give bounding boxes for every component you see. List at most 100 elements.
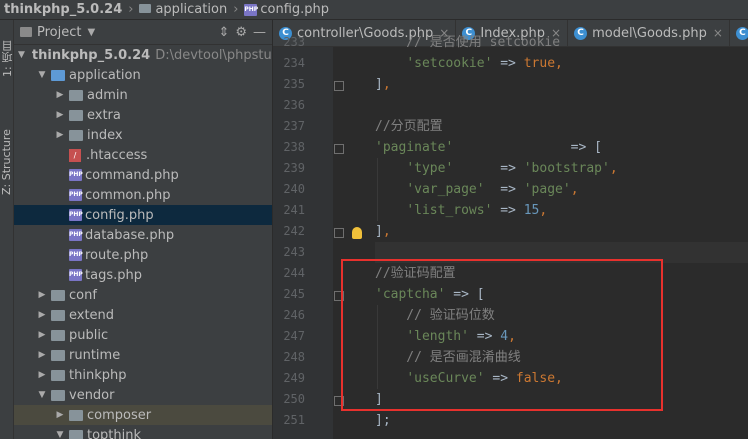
breadcrumb-folder[interactable]: application [135, 2, 231, 17]
chevron-down-icon[interactable]: ▼ [87, 27, 95, 38]
code-line[interactable]: 'type' => 'bootstrap', [375, 158, 617, 179]
project-panel: Project ▼ ⇕ ⚙ — ▼ thinkphp_5.0.24 D:\devto… [14, 20, 272, 439]
code-line[interactable]: 'var_page' => 'page', [375, 179, 578, 200]
tree-item[interactable]: ▶ admin [14, 85, 272, 105]
tree-item-path: D:\devtool\phpstudy [155, 47, 272, 63]
line-number: 238 [283, 140, 305, 154]
chevron-right-icon[interactable]: ▶ [36, 290, 48, 300]
tree-item[interactable]: ▶ extend [14, 305, 272, 325]
tree-item-label: public [69, 327, 109, 343]
gear-icon[interactable]: ⚙ [235, 25, 247, 40]
chevron-right-icon[interactable]: ▶ [54, 90, 66, 100]
line-number: 247 [283, 329, 305, 343]
tree-item[interactable]: ▶ extra [14, 105, 272, 125]
tree-item[interactable]: PHP common.php [14, 185, 272, 205]
tree-item-label: conf [69, 287, 97, 303]
php-file-icon: PHP [244, 3, 258, 16]
tree-item-label: tags.php [85, 267, 142, 283]
tree-item[interactable]: ▼ application [14, 65, 272, 85]
chevron-right-icon[interactable]: ▶ [54, 110, 66, 120]
tab-model-goods[interactable]: Cmodel\Goods.php × [568, 20, 730, 46]
folder-icon [51, 69, 65, 81]
folder-icon [69, 109, 83, 121]
chevron-right-icon[interactable]: ▶ [36, 330, 48, 340]
line-number: 251 [283, 413, 305, 427]
tree-item[interactable]: PHP tags.php [14, 265, 272, 285]
htaccess-file-icon: / [69, 148, 81, 162]
code-line[interactable]: //分页配置 [375, 116, 443, 137]
code-line[interactable]: 'paginate' => [ [375, 137, 602, 158]
code-line[interactable]: ]; [375, 410, 391, 431]
breadcrumb-separator: › [128, 2, 134, 17]
code-line[interactable]: 'list_rows' => 15, [375, 200, 547, 221]
collapse-icon[interactable]: ⇕ [218, 25, 229, 40]
tree-item[interactable]: ▶ conf [14, 285, 272, 305]
line-number: 243 [283, 245, 305, 259]
chevron-right-icon[interactable]: ▶ [36, 370, 48, 380]
lightbulb-icon[interactable] [352, 227, 362, 239]
line-number: 239 [283, 161, 305, 175]
tree-item[interactable]: ▶ index [14, 125, 272, 145]
structure-toolwindow-button[interactable]: Z: Structure [0, 115, 13, 195]
tree-item[interactable]: PHP database.php [14, 225, 272, 245]
code-line[interactable]: ], [375, 221, 391, 242]
chevron-down-icon[interactable]: ▼ [54, 430, 66, 439]
tab-partial[interactable]: CB [730, 20, 748, 46]
folder-icon [139, 4, 152, 13]
chevron-down-icon[interactable]: ▼ [36, 70, 48, 80]
project-icon [20, 27, 32, 37]
chevron-right-icon[interactable]: ▶ [36, 310, 48, 320]
php-file-icon: PHP [69, 189, 83, 201]
php-file-icon: PHP [69, 269, 83, 281]
tree-item[interactable]: ▶ public [14, 325, 272, 345]
line-number: 241 [283, 203, 305, 217]
php-file-icon: PHP [69, 209, 83, 221]
chevron-right-icon[interactable]: ▶ [36, 350, 48, 360]
breadcrumb-project[interactable]: thinkphp_5.0.24 [0, 2, 126, 17]
line-number: 245 [283, 287, 305, 301]
folder-icon [51, 289, 65, 301]
tree-item-label: database.php [85, 227, 175, 243]
tree-item[interactable]: ▼ thinkphp_5.0.24D:\devtool\phpstudy [14, 45, 272, 65]
tree-item[interactable]: ▼ topthink [14, 425, 272, 439]
tree-item-label: common.php [85, 187, 171, 203]
tree-item[interactable]: ▶ composer [14, 405, 272, 425]
breadcrumb-file[interactable]: PHP config.php [240, 2, 333, 17]
folder-icon [51, 309, 65, 321]
code-line[interactable]: 'setcookie' => true, [375, 53, 563, 74]
tree-item[interactable]: PHP command.php [14, 165, 272, 185]
chevron-right-icon[interactable]: ▶ [54, 410, 66, 420]
indent-guide [377, 158, 378, 221]
line-number-gutter[interactable]: 233 234 235 236 237 238 239 240 241 242 243 244 245 2… [273, 35, 344, 439]
line-number: 246 [283, 308, 305, 322]
tree-item-label: application [69, 67, 141, 83]
code-line[interactable]: ], [375, 74, 391, 95]
line-number: 236 [283, 98, 305, 112]
folder-icon [51, 329, 65, 341]
line-number: 235 [283, 77, 305, 91]
tree-item[interactable]: ▶ thinkphp [14, 365, 272, 385]
project-toolwindow-button[interactable]: 1: 项目 [0, 22, 14, 77]
php-file-icon: PHP [69, 229, 83, 241]
code-line[interactable]: // 是否使用 setcookie [375, 32, 560, 53]
hide-icon[interactable]: — [253, 25, 266, 40]
tree-item[interactable]: PHP route.php [14, 245, 272, 265]
tree-item[interactable]: PHP config.php [14, 205, 272, 225]
tree-item-label: index [87, 127, 123, 143]
chevron-down-icon[interactable]: ▼ [18, 50, 25, 60]
tree-item-label: thinkphp [69, 367, 127, 383]
annotation-highlight-box [341, 259, 663, 411]
tree-item-label: composer [87, 407, 152, 423]
line-number: 250 [283, 392, 305, 406]
chevron-right-icon[interactable]: ▶ [54, 130, 66, 140]
line-number: 248 [283, 350, 305, 364]
chevron-down-icon[interactable]: ▼ [36, 390, 48, 400]
tree-item[interactable]: ▶ runtime [14, 345, 272, 365]
php-file-icon: PHP [69, 249, 83, 261]
tree-item[interactable]: / .htaccess [14, 145, 272, 165]
breadcrumb-file-label: config.php [260, 2, 330, 17]
close-icon[interactable]: × [713, 26, 723, 40]
project-view-selector[interactable]: Project [37, 25, 81, 40]
tree-item[interactable]: ▼ vendor [14, 385, 272, 405]
breadcrumb-separator: › [233, 2, 239, 17]
